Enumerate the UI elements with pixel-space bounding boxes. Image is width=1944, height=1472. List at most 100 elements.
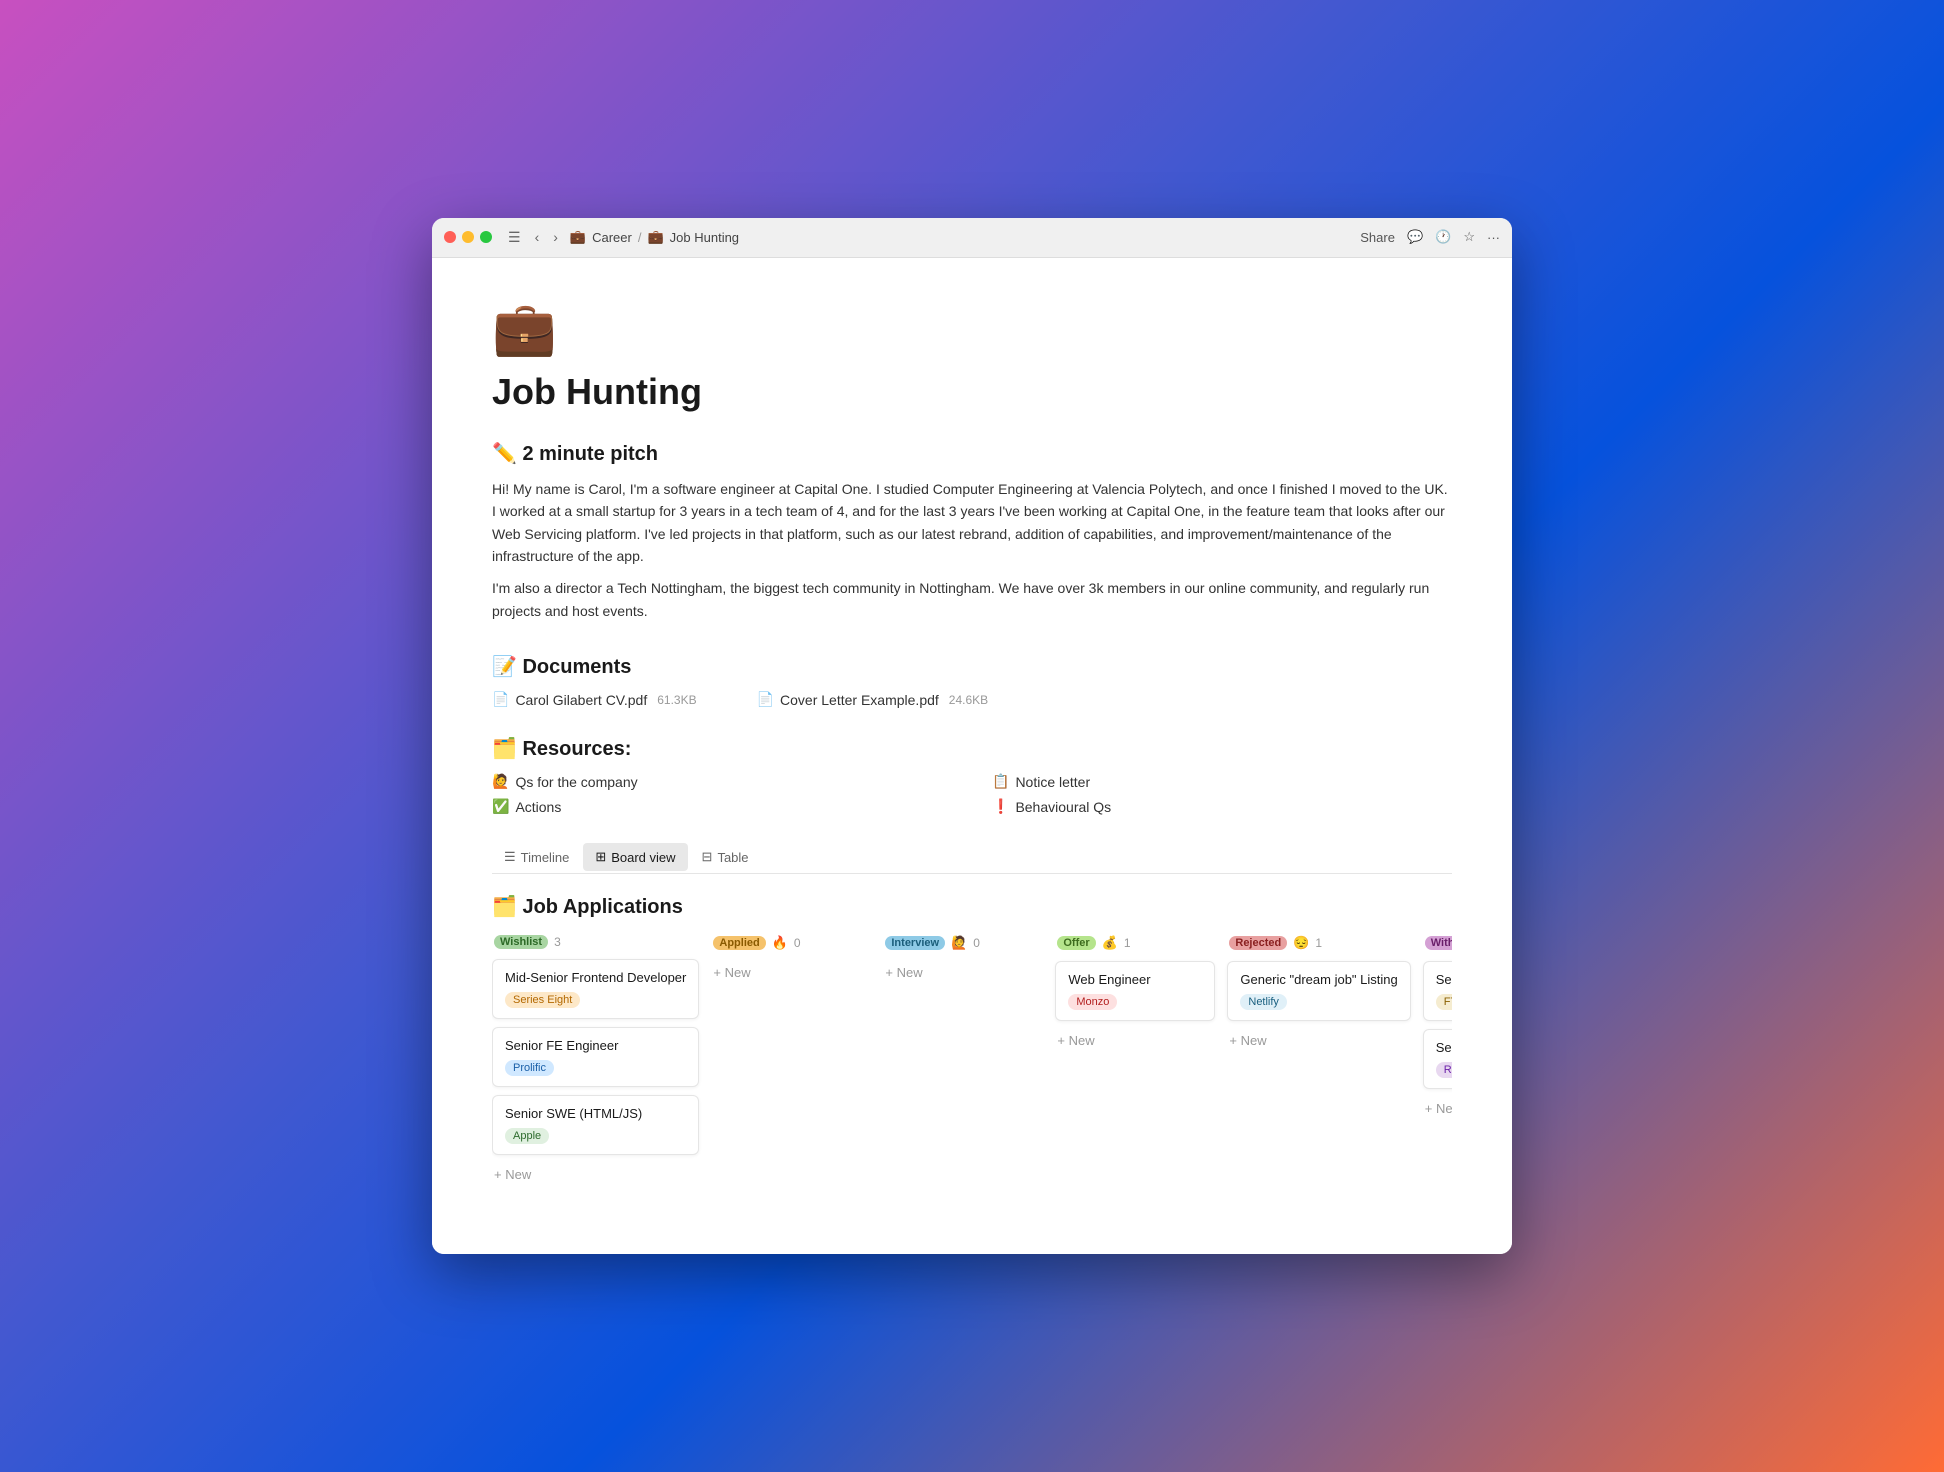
clock-icon[interactable]: 🕐 xyxy=(1435,229,1451,245)
card-title: Senior Frontend Eng xyxy=(1436,1040,1452,1055)
back-button[interactable]: ‹ xyxy=(531,227,544,247)
resource-icon-actions: ✅ xyxy=(492,798,509,815)
resource-behavioural[interactable]: ❗ Behavioural Qs xyxy=(992,798,1452,815)
timeline-icon: ☰ xyxy=(504,849,516,865)
resources-heading: 🗂️ Resources: xyxy=(492,736,1452,761)
breadcrumb-hunting[interactable]: Job Hunting xyxy=(670,230,739,245)
badge-offer: Offer xyxy=(1057,936,1095,950)
card-senior-frontend-eng[interactable]: Senior Frontend Eng Remote xyxy=(1423,1029,1452,1089)
doc-icon-cv: 📄 xyxy=(492,691,509,708)
card-senior-fe-engineer[interactable]: Senior FE Engineer Prolific xyxy=(492,1027,699,1087)
fullscreen-button[interactable] xyxy=(480,231,492,243)
page-title: Job Hunting xyxy=(492,371,1452,413)
more-icon[interactable]: ··· xyxy=(1487,230,1500,245)
breadcrumb-separator: / xyxy=(638,230,642,245)
resource-qs-company[interactable]: 🙋 Qs for the company xyxy=(492,773,952,790)
close-button[interactable] xyxy=(444,231,456,243)
badge-rejected: Rejected xyxy=(1229,936,1287,950)
share-button[interactable]: Share xyxy=(1360,230,1395,245)
add-new-rejected[interactable]: + New xyxy=(1227,1029,1268,1052)
column-rejected: Rejected 😔 1 Generic "dream job" Listing… xyxy=(1227,935,1410,1186)
card-tag: Monzo xyxy=(1068,994,1117,1010)
card-mid-senior-frontend[interactable]: Mid-Senior Frontend Developer Series Eig… xyxy=(492,959,699,1019)
star-icon[interactable]: ☆ xyxy=(1463,229,1475,245)
resources-grid: 🙋 Qs for the company 📋 Notice letter ✅ A… xyxy=(492,773,1452,815)
tab-table[interactable]: ⊟ Table xyxy=(690,843,761,871)
resource-label-notice: Notice letter xyxy=(1015,774,1090,790)
menu-icon[interactable]: ☰ xyxy=(504,227,525,248)
breadcrumb: 💼 Career / 💼 Job Hunting xyxy=(570,229,739,245)
count-applied: 0 xyxy=(794,936,801,950)
col-header-withdrawn: Withdrawn 🚶 2 xyxy=(1423,935,1452,951)
add-new-interview[interactable]: + New xyxy=(883,961,924,984)
resource-icon-qs: 🙋 xyxy=(492,773,509,790)
card-title: Senior FE Engineer xyxy=(505,1038,686,1053)
doc-name-cv: Carol Gilabert CV.pdf xyxy=(515,692,647,708)
column-withdrawn: Withdrawn 🚶 2 Senior Engineer FT Senior … xyxy=(1423,935,1452,1186)
resource-icon-notice: 📋 xyxy=(992,773,1009,790)
col-emoji-applied: 🔥 xyxy=(772,935,788,951)
resource-label-qs: Qs for the company xyxy=(515,774,637,790)
col-emoji-offer: 💰 xyxy=(1102,935,1118,951)
titlebar-actions: Share 💬 🕐 ☆ ··· xyxy=(1360,229,1500,245)
col-header-wishlist: Wishlist 3 xyxy=(492,935,699,949)
col-emoji-rejected: 😔 xyxy=(1293,935,1309,951)
count-offer: 1 xyxy=(1124,936,1131,950)
breadcrumb-icon-hunting: 💼 xyxy=(647,229,663,245)
column-offer: Offer 💰 1 Web Engineer Monzo + New xyxy=(1055,935,1215,1186)
badge-wishlist: Wishlist xyxy=(494,935,548,949)
column-wishlist: Wishlist 3 Mid-Senior Frontend Developer… xyxy=(492,935,699,1186)
add-new-offer[interactable]: + New xyxy=(1055,1029,1096,1052)
traffic-lights xyxy=(444,231,492,243)
card-title: Senior SWE (HTML/JS) xyxy=(505,1106,686,1121)
count-interview: 0 xyxy=(973,936,980,950)
page-content: 💼 Job Hunting ✏️ 2 minute pitch Hi! My n… xyxy=(432,258,1512,1254)
board-title-text: 🗂️ Job Applications xyxy=(492,894,683,919)
breadcrumb-career[interactable]: Career xyxy=(592,230,632,245)
card-tag: Apple xyxy=(505,1128,549,1144)
resource-label-behavioural: Behavioural Qs xyxy=(1015,799,1111,815)
document-cv[interactable]: 📄 Carol Gilabert CV.pdf 61.3KB xyxy=(492,691,697,708)
badge-applied: Applied xyxy=(713,936,765,950)
card-title: Senior Engineer xyxy=(1436,972,1452,987)
add-new-applied[interactable]: + New xyxy=(711,961,752,984)
resource-icon-behavioural: ❗ xyxy=(992,798,1009,815)
col-header-applied: Applied 🔥 0 xyxy=(711,935,871,951)
col-header-rejected: Rejected 😔 1 xyxy=(1227,935,1410,951)
pitch-heading: ✏️ 2 minute pitch xyxy=(492,441,1452,466)
resource-actions[interactable]: ✅ Actions xyxy=(492,798,952,815)
add-new-withdrawn[interactable]: + New xyxy=(1423,1097,1452,1120)
minimize-button[interactable] xyxy=(462,231,474,243)
board-columns: Wishlist 3 Mid-Senior Frontend Developer… xyxy=(492,935,1452,1194)
card-senior-engineer[interactable]: Senior Engineer FT xyxy=(1423,961,1452,1021)
card-tag: Prolific xyxy=(505,1060,554,1076)
titlebar: ☰ ‹ › 💼 Career / 💼 Job Hunting Share 💬 🕐… xyxy=(432,218,1512,258)
card-tag: Series Eight xyxy=(505,992,580,1008)
tab-table-label: Table xyxy=(717,850,748,865)
comment-icon[interactable]: 💬 xyxy=(1407,229,1423,245)
card-title: Web Engineer xyxy=(1068,972,1202,987)
page-icon: 💼 xyxy=(492,298,1452,359)
views-tabs: ☰ Timeline ⊞ Board view ⊟ Table xyxy=(492,843,1452,874)
tab-board[interactable]: ⊞ Board view xyxy=(583,843,687,871)
document-cover-letter[interactable]: 📄 Cover Letter Example.pdf 24.6KB xyxy=(757,691,989,708)
tab-timeline[interactable]: ☰ Timeline xyxy=(492,843,581,871)
doc-size-cv: 61.3KB xyxy=(657,693,696,707)
pitch-paragraph-2: I'm also a director a Tech Nottingham, t… xyxy=(492,577,1452,622)
documents-section: 📝 Documents 📄 Carol Gilabert CV.pdf 61.3… xyxy=(492,654,1452,708)
resource-notice-letter[interactable]: 📋 Notice letter xyxy=(992,773,1452,790)
tab-board-label: Board view xyxy=(611,850,675,865)
forward-button[interactable]: › xyxy=(549,227,562,247)
add-new-wishlist[interactable]: + New xyxy=(492,1163,533,1186)
nav-buttons: ☰ ‹ › xyxy=(504,227,562,248)
app-window: ☰ ‹ › 💼 Career / 💼 Job Hunting Share 💬 🕐… xyxy=(432,218,1512,1254)
breadcrumb-icon-career: 💼 xyxy=(570,229,586,245)
card-senior-swe[interactable]: Senior SWE (HTML/JS) Apple xyxy=(492,1095,699,1155)
board-section-title: 🗂️ Job Applications xyxy=(492,894,1452,919)
card-dream-job[interactable]: Generic "dream job" Listing Netlify xyxy=(1227,961,1410,1021)
col-header-offer: Offer 💰 1 xyxy=(1055,935,1215,951)
card-web-engineer[interactable]: Web Engineer Monzo xyxy=(1055,961,1215,1021)
table-icon: ⊟ xyxy=(702,849,713,865)
count-wishlist: 3 xyxy=(554,935,561,949)
resource-label-actions: Actions xyxy=(515,799,561,815)
